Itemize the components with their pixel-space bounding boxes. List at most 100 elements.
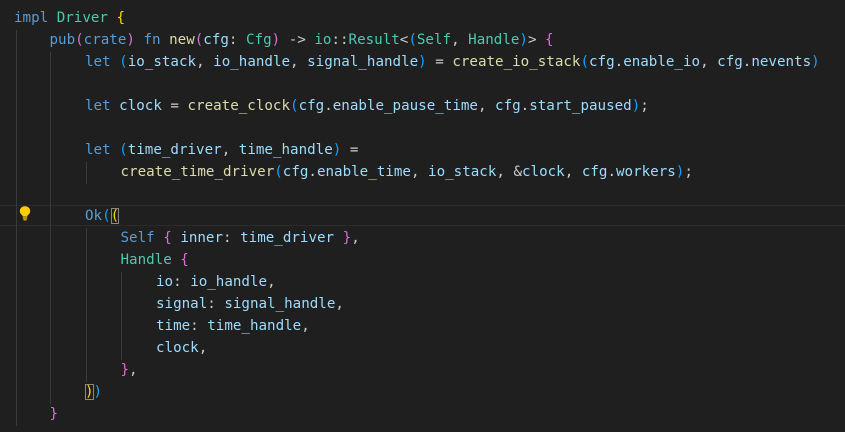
indent-guide — [86, 228, 87, 382]
code-token: = — [161, 98, 188, 114]
code-token: } — [342, 230, 352, 246]
code-line[interactable]: impl Driver { — [14, 7, 125, 29]
code-token: , — [267, 274, 276, 290]
code-token: ( — [580, 54, 590, 70]
code-line[interactable]: Self { inner: time_driver }, — [121, 227, 360, 249]
code-token: , — [196, 54, 214, 70]
code-token: cfg — [282, 164, 309, 180]
code-token: clock — [156, 340, 199, 356]
code-token: . — [308, 164, 317, 180]
code-token: time_driver — [240, 230, 335, 246]
code-token: ) — [271, 32, 281, 48]
code-token: io_handle — [190, 274, 268, 290]
code-token: : — [190, 318, 208, 334]
code-token: signal_handle — [224, 296, 336, 312]
code-token: Self — [120, 230, 155, 246]
code-token: , — [351, 230, 360, 246]
code-token: enable_pause_time — [332, 98, 478, 114]
code-line[interactable]: } — [50, 403, 59, 425]
code-token: pub — [49, 32, 76, 48]
code-token: ) — [519, 32, 528, 48]
code-token: { — [116, 10, 126, 26]
code-token: . — [520, 98, 530, 114]
code-line[interactable]: let (io_stack, io_handle, signal_handle)… — [85, 51, 820, 73]
code-token: ( — [119, 142, 128, 158]
code-token: , — [451, 32, 469, 48]
indent-guide — [16, 30, 17, 426]
code-line[interactable]: create_time_driver(cfg.enable_time, io_s… — [121, 161, 693, 183]
code-token: ( — [119, 54, 128, 70]
code-token: cfg — [298, 98, 325, 114]
code-line[interactable]: let (time_driver, time_handle) = — [85, 139, 358, 161]
code-token: Result — [348, 32, 400, 48]
code-token: signal — [156, 296, 208, 312]
code-token: } — [49, 406, 59, 422]
code-token: , — [290, 54, 308, 70]
indent-guide — [86, 162, 87, 184]
code-token: enable_io — [623, 54, 701, 70]
code-token: , — [700, 54, 718, 70]
code-token: ) — [631, 98, 641, 114]
code-token: , & — [496, 164, 522, 180]
code-line[interactable]: time: time_handle, — [156, 315, 310, 337]
code-token: ) — [93, 384, 103, 400]
code-token: start_paused — [529, 98, 632, 114]
code-token: ( — [194, 32, 204, 48]
code-token: ) — [418, 54, 427, 70]
code-token: : — [173, 274, 191, 290]
code-line[interactable]: signal: signal_handle, — [156, 293, 344, 315]
code-line[interactable]: )) — [85, 381, 102, 403]
code-token: cfg — [495, 98, 521, 114]
code-token: clock — [119, 98, 162, 114]
code-line[interactable]: clock, — [156, 337, 207, 359]
code-token: , — [221, 142, 239, 158]
code-token: workers — [615, 164, 676, 180]
code-token: = — [426, 54, 453, 70]
code-token: ) — [811, 54, 820, 70]
code-token: ( — [408, 32, 417, 48]
code-token: { — [545, 32, 554, 48]
code-token: : — [228, 32, 247, 48]
code-token: cfg — [581, 164, 608, 180]
code-token: let — [85, 142, 111, 158]
code-token: ; — [640, 98, 649, 114]
code-token: } — [120, 362, 130, 378]
code-token: Driver — [56, 10, 108, 26]
code-line[interactable]: pub(crate) fn new(cfg: Cfg) -> io::Resul… — [50, 29, 554, 51]
code-token: create_time_driver — [120, 164, 275, 180]
code-line[interactable]: let clock = create_clock(cfg.enable_paus… — [85, 95, 649, 117]
code-token: , — [564, 164, 582, 180]
code-token: io — [314, 32, 332, 48]
lightbulb-icon[interactable] — [18, 205, 32, 221]
code-line[interactable]: Handle { — [121, 249, 189, 271]
code-token: fn — [143, 32, 161, 48]
code-token: . — [614, 54, 624, 70]
code-token: , — [198, 340, 208, 356]
code-token: -> — [280, 32, 315, 48]
code-token: let — [85, 54, 111, 70]
code-line[interactable]: }, — [121, 359, 138, 381]
code-token: nevents — [751, 54, 812, 70]
code-token: create_io_stack — [452, 54, 581, 70]
code-token: ) — [85, 384, 94, 400]
code-editor[interactable]: impl Driver {pub(crate) fn new(cfg: Cfg)… — [0, 0, 845, 432]
code-token: , — [301, 318, 310, 334]
code-token: time — [156, 318, 191, 334]
code-token: time_handle — [207, 318, 302, 334]
code-token: . — [607, 164, 616, 180]
code-token: Self — [416, 32, 452, 48]
code-token: ( — [290, 98, 299, 114]
code-token: cfg — [717, 54, 743, 70]
code-token: , — [129, 362, 138, 378]
code-line[interactable]: Ok(( — [85, 205, 120, 227]
code-line[interactable]: io: io_handle, — [156, 271, 276, 293]
code-token: , — [477, 98, 496, 114]
code-token: , — [335, 296, 344, 312]
